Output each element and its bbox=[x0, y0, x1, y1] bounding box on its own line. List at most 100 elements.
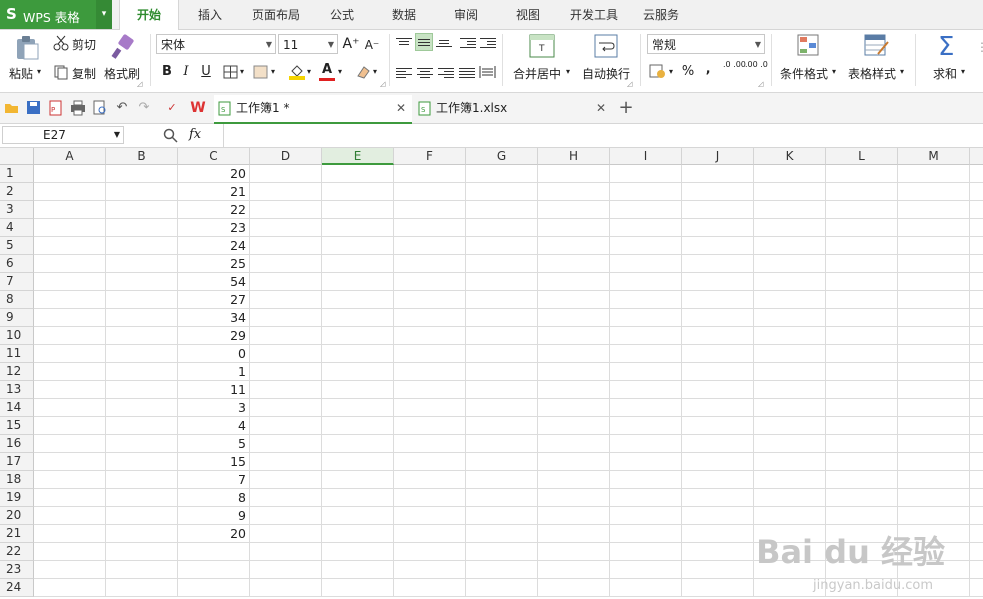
cell-d15[interactable] bbox=[250, 417, 322, 435]
doc-tab[interactable]: S 工作簿1.xlsx ✕ bbox=[414, 95, 612, 122]
cell-d23[interactable] bbox=[250, 561, 322, 579]
cell-overflow2[interactable] bbox=[970, 183, 983, 201]
decrease-indent-icon[interactable] bbox=[460, 36, 476, 50]
font-color-dropdown-icon[interactable]: ▾ bbox=[338, 67, 342, 76]
wrap-text-button[interactable]: 自动换行 bbox=[582, 65, 630, 82]
cell-c17[interactable]: 15 bbox=[178, 453, 250, 471]
cell-overflow18[interactable] bbox=[970, 471, 983, 489]
app-menu-dropdown[interactable]: ▾ bbox=[96, 0, 112, 29]
tab-formulas[interactable]: 公式 bbox=[318, 0, 366, 29]
cell-h11[interactable] bbox=[538, 345, 610, 363]
cell-f6[interactable] bbox=[394, 255, 466, 273]
cell-d22[interactable] bbox=[250, 543, 322, 561]
font-size-select[interactable]: 11 ▼ bbox=[278, 34, 338, 54]
column-header-l[interactable]: L bbox=[826, 148, 898, 165]
paste-icon[interactable] bbox=[14, 34, 40, 60]
cell-a14[interactable] bbox=[34, 399, 106, 417]
clear-format-icon[interactable] bbox=[355, 64, 371, 80]
cell-b7[interactable] bbox=[106, 273, 178, 291]
cell-overflow13[interactable] bbox=[970, 381, 983, 399]
cell-i22[interactable] bbox=[610, 543, 682, 561]
tab-data[interactable]: 数据 bbox=[380, 0, 428, 29]
cell-m15[interactable] bbox=[898, 417, 970, 435]
cell-h16[interactable] bbox=[538, 435, 610, 453]
cell-b15[interactable] bbox=[106, 417, 178, 435]
cell-m7[interactable] bbox=[898, 273, 970, 291]
cell-g19[interactable] bbox=[466, 489, 538, 507]
cell-l4[interactable] bbox=[826, 219, 898, 237]
cell-d9[interactable] bbox=[250, 309, 322, 327]
cell-a6[interactable] bbox=[34, 255, 106, 273]
cell-l7[interactable] bbox=[826, 273, 898, 291]
cell-l16[interactable] bbox=[826, 435, 898, 453]
cell-g9[interactable] bbox=[466, 309, 538, 327]
cell-i15[interactable] bbox=[610, 417, 682, 435]
font-launcher-icon[interactable]: ◿ bbox=[380, 80, 385, 88]
row-header-16[interactable]: 16 bbox=[0, 435, 34, 453]
wrap-text-icon[interactable] bbox=[594, 34, 618, 58]
cell-c8[interactable]: 27 bbox=[178, 291, 250, 309]
cell-overflow3[interactable] bbox=[970, 201, 983, 219]
row-header-9[interactable]: 9 bbox=[0, 309, 34, 327]
cell-d14[interactable] bbox=[250, 399, 322, 417]
cell-j6[interactable] bbox=[682, 255, 754, 273]
cell-k6[interactable] bbox=[754, 255, 826, 273]
format-painter-icon[interactable] bbox=[110, 34, 136, 60]
cell-a21[interactable] bbox=[34, 525, 106, 543]
cell-l2[interactable] bbox=[826, 183, 898, 201]
cell-j13[interactable] bbox=[682, 381, 754, 399]
cell-c10[interactable]: 29 bbox=[178, 327, 250, 345]
cell-a1[interactable] bbox=[34, 165, 106, 183]
cell-m5[interactable] bbox=[898, 237, 970, 255]
cell-f10[interactable] bbox=[394, 327, 466, 345]
cell-e17[interactable] bbox=[322, 453, 394, 471]
cell-h1[interactable] bbox=[538, 165, 610, 183]
cell-overflow24[interactable] bbox=[970, 579, 983, 597]
sum-icon[interactable]: Σ bbox=[938, 32, 954, 62]
save-icon[interactable] bbox=[26, 100, 42, 116]
cell-c1[interactable]: 20 bbox=[178, 165, 250, 183]
align-center-icon[interactable] bbox=[417, 66, 433, 80]
cell-j19[interactable] bbox=[682, 489, 754, 507]
new-tab-plus-icon[interactable]: + bbox=[618, 99, 634, 117]
cell-overflow1[interactable] bbox=[970, 165, 983, 183]
cell-l9[interactable] bbox=[826, 309, 898, 327]
cell-e15[interactable] bbox=[322, 417, 394, 435]
cell-e24[interactable] bbox=[322, 579, 394, 597]
cell-b20[interactable] bbox=[106, 507, 178, 525]
cell-i11[interactable] bbox=[610, 345, 682, 363]
close-tab-icon[interactable]: ✕ bbox=[596, 95, 606, 122]
cell-overflow9[interactable] bbox=[970, 309, 983, 327]
cell-m14[interactable] bbox=[898, 399, 970, 417]
cell-a18[interactable] bbox=[34, 471, 106, 489]
cell-b1[interactable] bbox=[106, 165, 178, 183]
table-style-icon[interactable] bbox=[864, 34, 890, 58]
align-top-icon[interactable] bbox=[396, 36, 412, 50]
cell-a8[interactable] bbox=[34, 291, 106, 309]
chevron-down-icon[interactable]: ▼ bbox=[114, 127, 120, 143]
doc-tab-active[interactable]: S 工作簿1 * ✕ bbox=[214, 95, 412, 124]
cell-a7[interactable] bbox=[34, 273, 106, 291]
row-header-11[interactable]: 11 bbox=[0, 345, 34, 363]
cell-h12[interactable] bbox=[538, 363, 610, 381]
cell-l15[interactable] bbox=[826, 417, 898, 435]
cell-d24[interactable] bbox=[250, 579, 322, 597]
cell-a9[interactable] bbox=[34, 309, 106, 327]
table-style-dropdown-icon[interactable]: ▾ bbox=[900, 67, 904, 76]
cell-f8[interactable] bbox=[394, 291, 466, 309]
cell-h22[interactable] bbox=[538, 543, 610, 561]
cell-i23[interactable] bbox=[610, 561, 682, 579]
column-header-i[interactable]: I bbox=[610, 148, 682, 165]
italic-button[interactable]: I bbox=[177, 63, 195, 81]
cell-l6[interactable] bbox=[826, 255, 898, 273]
decrease-decimal-button[interactable]: .00 .0 bbox=[745, 60, 768, 69]
cell-m9[interactable] bbox=[898, 309, 970, 327]
cell-f5[interactable] bbox=[394, 237, 466, 255]
cell-i18[interactable] bbox=[610, 471, 682, 489]
cell-m1[interactable] bbox=[898, 165, 970, 183]
pattern-dropdown-icon[interactable]: ▾ bbox=[271, 67, 275, 76]
align-middle-icon[interactable] bbox=[415, 33, 433, 51]
cell-j21[interactable] bbox=[682, 525, 754, 543]
border-icon[interactable] bbox=[223, 65, 239, 79]
cell-j15[interactable] bbox=[682, 417, 754, 435]
